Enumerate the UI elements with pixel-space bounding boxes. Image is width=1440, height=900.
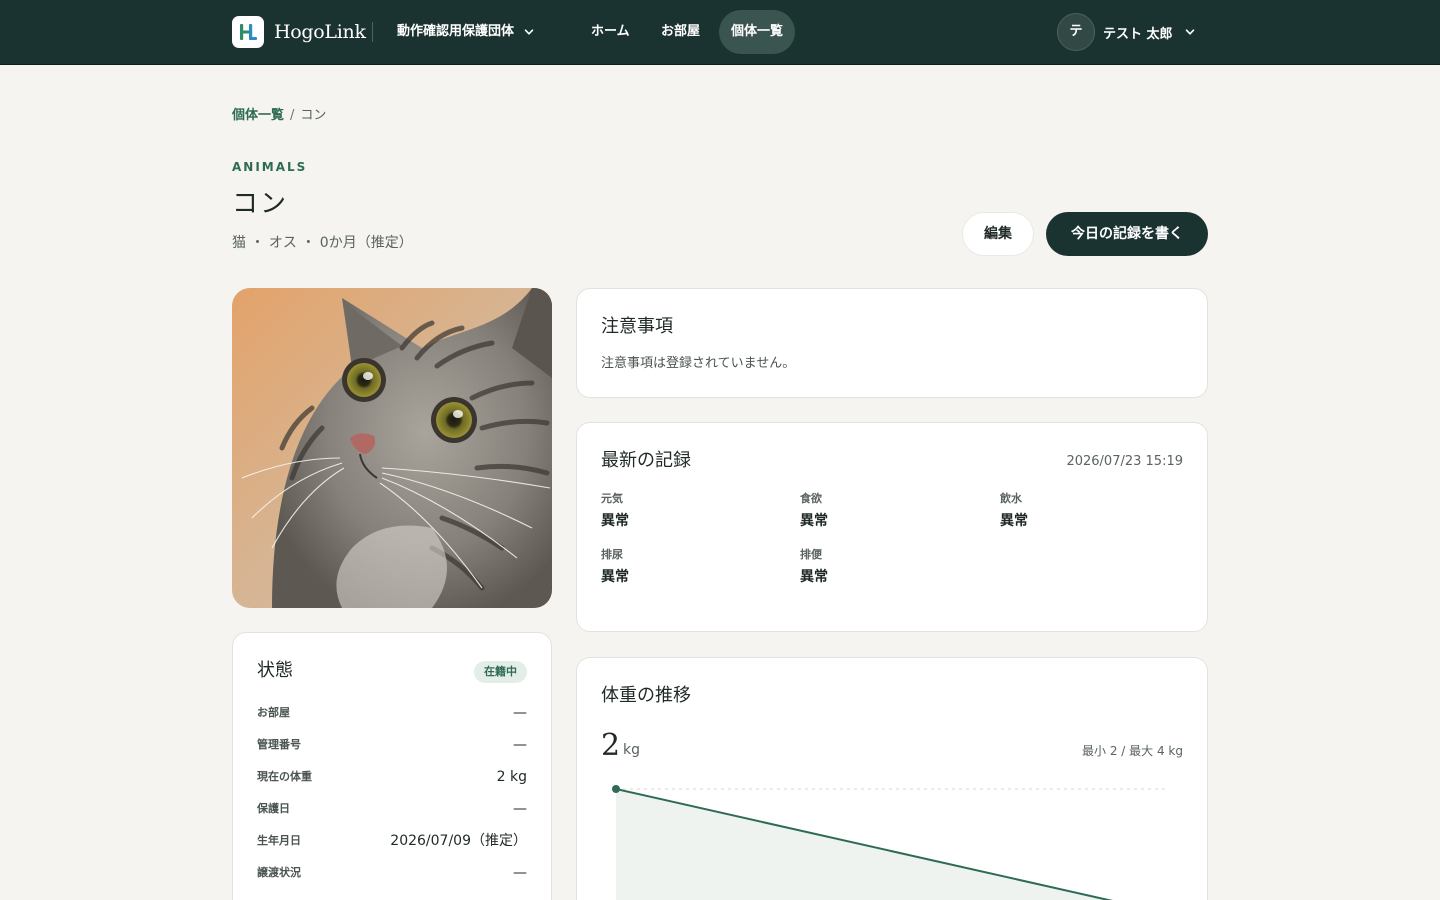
status-key: 現在の体重 xyxy=(257,770,312,783)
metric-label: 飲水 xyxy=(1000,492,1022,505)
status-value: 2026/07/09（推定） xyxy=(390,833,527,849)
status-row-birth-date: 生年月日 2026/07/09（推定） xyxy=(257,830,527,852)
status-title: 状態 xyxy=(257,660,293,681)
latest-record-card: 最新の記録 2026/07/23 15:19 元気 異常 食欲 異常 飲水 異常… xyxy=(576,422,1208,632)
notes-empty-text: 注意事項は登録されていません。 xyxy=(601,356,796,371)
weight-range: 最小 2 / 最大 4 kg xyxy=(1082,744,1183,758)
chevron-down-icon xyxy=(524,29,534,35)
organization-switcher[interactable]: 動作確認用保護団体 xyxy=(397,20,534,44)
status-key: お部屋 xyxy=(257,706,290,719)
status-value: — xyxy=(513,801,527,817)
weight-data-point xyxy=(612,785,620,793)
hogolink-logo-icon[interactable] xyxy=(232,16,264,48)
status-value: — xyxy=(513,705,527,721)
metric-water: 飲水 異常 xyxy=(1000,491,1180,531)
weight-area-fill xyxy=(616,789,1109,900)
metric-urination: 排尿 異常 xyxy=(601,547,781,587)
breadcrumb-animals-link[interactable]: 個体一覧 xyxy=(232,108,284,123)
metric-value: 異常 xyxy=(601,513,629,529)
status-value: — xyxy=(513,865,527,881)
header-divider xyxy=(372,22,373,42)
notes-title: 注意事項 xyxy=(601,316,673,337)
edit-button[interactable]: 編集 xyxy=(962,212,1034,256)
weight-trend-card: 体重の推移 2 kg 最小 2 / 最大 4 kg xyxy=(576,657,1208,900)
status-row-management-number: 管理番号 — xyxy=(257,734,527,756)
status-value: 2 kg xyxy=(496,769,527,785)
status-row-adoption-status: 譲渡状況 — xyxy=(257,862,527,884)
animal-photo xyxy=(232,288,552,608)
latest-record-timestamp: 2026/07/23 15:19 xyxy=(1066,454,1183,469)
metric-defecation: 排便 異常 xyxy=(800,547,980,587)
weight-trend-title: 体重の推移 xyxy=(601,685,691,706)
animal-summary: 猫 ・ オス ・ 0か月（推定） xyxy=(232,235,413,251)
metric-label: 食欲 xyxy=(800,492,822,505)
metric-value: 異常 xyxy=(800,569,828,585)
weight-line-chart xyxy=(612,785,1166,900)
metric-value: 異常 xyxy=(601,569,629,585)
metric-value: 異常 xyxy=(800,513,828,529)
app-name[interactable]: HogoLink xyxy=(274,19,366,45)
status-card: 状態 在籍中 お部屋 — 管理番号 — 現在の体重 2 kg 保護日 — 生年月… xyxy=(232,632,552,900)
nav-rooms[interactable]: お部屋 xyxy=(649,10,712,54)
nav-home[interactable]: ホーム xyxy=(579,10,642,54)
status-row-rescue-date: 保護日 — xyxy=(257,798,527,820)
metric-energy: 元気 異常 xyxy=(601,491,781,531)
page-title: コン xyxy=(232,189,289,219)
user-menu[interactable]: テ テスト 太郎 xyxy=(1057,13,1195,51)
metric-label: 排尿 xyxy=(601,548,623,561)
status-row-current-weight: 現在の体重 2 kg xyxy=(257,766,527,788)
avatar: テ xyxy=(1057,13,1095,51)
current-weight-value: 2 xyxy=(601,728,621,763)
status-key: 保護日 xyxy=(257,802,290,815)
metric-label: 元気 xyxy=(601,492,623,505)
organization-name: 動作確認用保護団体 xyxy=(397,24,515,39)
user-name: テスト 太郎 xyxy=(1103,26,1173,42)
nav-animals[interactable]: 個体一覧 xyxy=(719,10,796,54)
status-row-room: お部屋 — xyxy=(257,702,527,724)
breadcrumb: 個体一覧 / コン xyxy=(232,106,326,126)
latest-record-title: 最新の記録 xyxy=(601,450,691,471)
status-key: 管理番号 xyxy=(257,738,301,751)
breadcrumb-separator: / xyxy=(290,108,295,123)
metric-label: 排便 xyxy=(800,548,822,561)
notes-card: 注意事項 注意事項は登録されていません。 xyxy=(576,288,1208,398)
section-eyebrow: ANIMALS xyxy=(232,160,308,174)
weight-unit: kg xyxy=(623,742,640,758)
metric-value: 異常 xyxy=(1000,513,1028,529)
top-navigation-bar: HogoLink 動作確認用保護団体 ホーム お部屋 個体一覧 テ テスト 太郎 xyxy=(0,0,1440,65)
breadcrumb-current: コン xyxy=(300,108,327,123)
status-key: 譲渡状況 xyxy=(257,866,301,879)
write-today-record-button[interactable]: 今日の記録を書く xyxy=(1046,212,1208,256)
status-key: 生年月日 xyxy=(257,834,301,847)
chevron-down-icon xyxy=(1185,29,1194,35)
metric-appetite: 食欲 異常 xyxy=(800,491,980,531)
status-value: — xyxy=(513,737,527,753)
status-badge: 在籍中 xyxy=(474,661,527,683)
